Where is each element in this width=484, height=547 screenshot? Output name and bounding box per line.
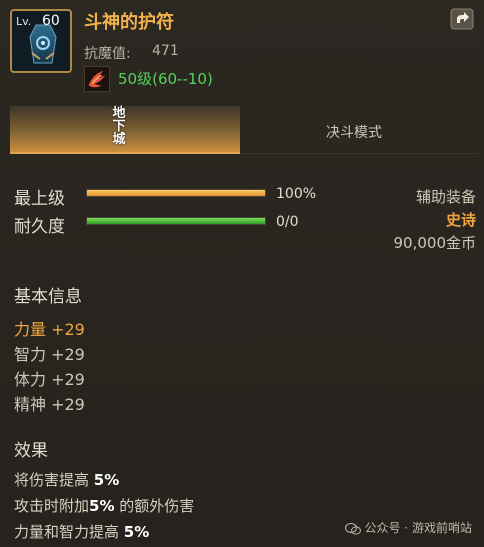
tab-dungeon-label: 地下城 xyxy=(112,106,126,147)
item-level: 60 xyxy=(42,13,60,29)
max-level-value: 100% xyxy=(276,186,317,202)
watermark-text: 公众号 · 游戏前哨站 xyxy=(364,521,472,535)
effect-line: 将伤害提高 5% xyxy=(14,469,119,490)
tab-pvp-label: 决斗模式 xyxy=(326,125,382,141)
share-icon[interactable] xyxy=(450,8,474,30)
magic-defense-label: 抗魔值: xyxy=(84,46,131,62)
durability-label: 耐久度 xyxy=(14,217,65,237)
item-name: 斗神的护符 xyxy=(84,12,174,33)
item-tooltip-panel: Lv. 60 斗神的护符 抗魔值: 471 50级(60--10) 地下城 决斗… xyxy=(0,0,484,547)
max-level-bar-fill xyxy=(87,190,265,196)
item-icon-frame: Lv. 60 xyxy=(10,9,72,73)
effect-line: 攻击时附加5% 的额外伤害 xyxy=(14,495,194,516)
effect-text: 攻击时附加 xyxy=(14,497,90,515)
effect-text: 的额外伤害 xyxy=(114,497,195,515)
durability-bar xyxy=(86,217,266,225)
phoenix-wing-icon xyxy=(84,66,110,92)
item-price: 90,000金币 xyxy=(393,234,477,252)
amulet-icon xyxy=(29,24,57,64)
effect-value: 5% xyxy=(89,497,115,515)
attr-spirit: 精神 +29 xyxy=(14,395,85,414)
level-range: 50级(60--10) xyxy=(118,70,213,88)
attr-intelligence: 智力 +29 xyxy=(14,345,85,364)
attr-vitality: 体力 +29 xyxy=(14,370,85,389)
durability-bar-fill xyxy=(87,218,265,224)
max-level-bar xyxy=(86,189,266,197)
effect-value: 5% xyxy=(93,471,120,489)
effect-text: 将伤害提高 xyxy=(14,471,94,489)
attr-strength: 力量 +29 xyxy=(14,320,85,339)
durability-value: 0/0 xyxy=(276,214,299,230)
magic-defense-value: 471 xyxy=(152,43,179,59)
max-level-label: 最上级 xyxy=(14,189,65,209)
tab-dungeon[interactable]: 地下城 xyxy=(10,106,240,154)
level-prefix: Lv. xyxy=(16,15,32,28)
effects-title: 效果 xyxy=(14,441,48,461)
effect-line: 力量和智力提高 5% xyxy=(14,521,149,542)
basic-info-title: 基本信息 xyxy=(14,287,82,307)
tab-pvp-mode[interactable]: 决斗模式 xyxy=(240,106,478,154)
rarity-label: 史诗 xyxy=(445,211,476,229)
effect-text: 力量和智力提高 xyxy=(14,523,124,541)
equipment-type: 辅助装备 xyxy=(415,188,476,206)
wechat-icon xyxy=(344,522,361,535)
effect-value: 5% xyxy=(123,523,150,541)
watermark: 公众号 · 游戏前哨站 xyxy=(344,519,472,536)
